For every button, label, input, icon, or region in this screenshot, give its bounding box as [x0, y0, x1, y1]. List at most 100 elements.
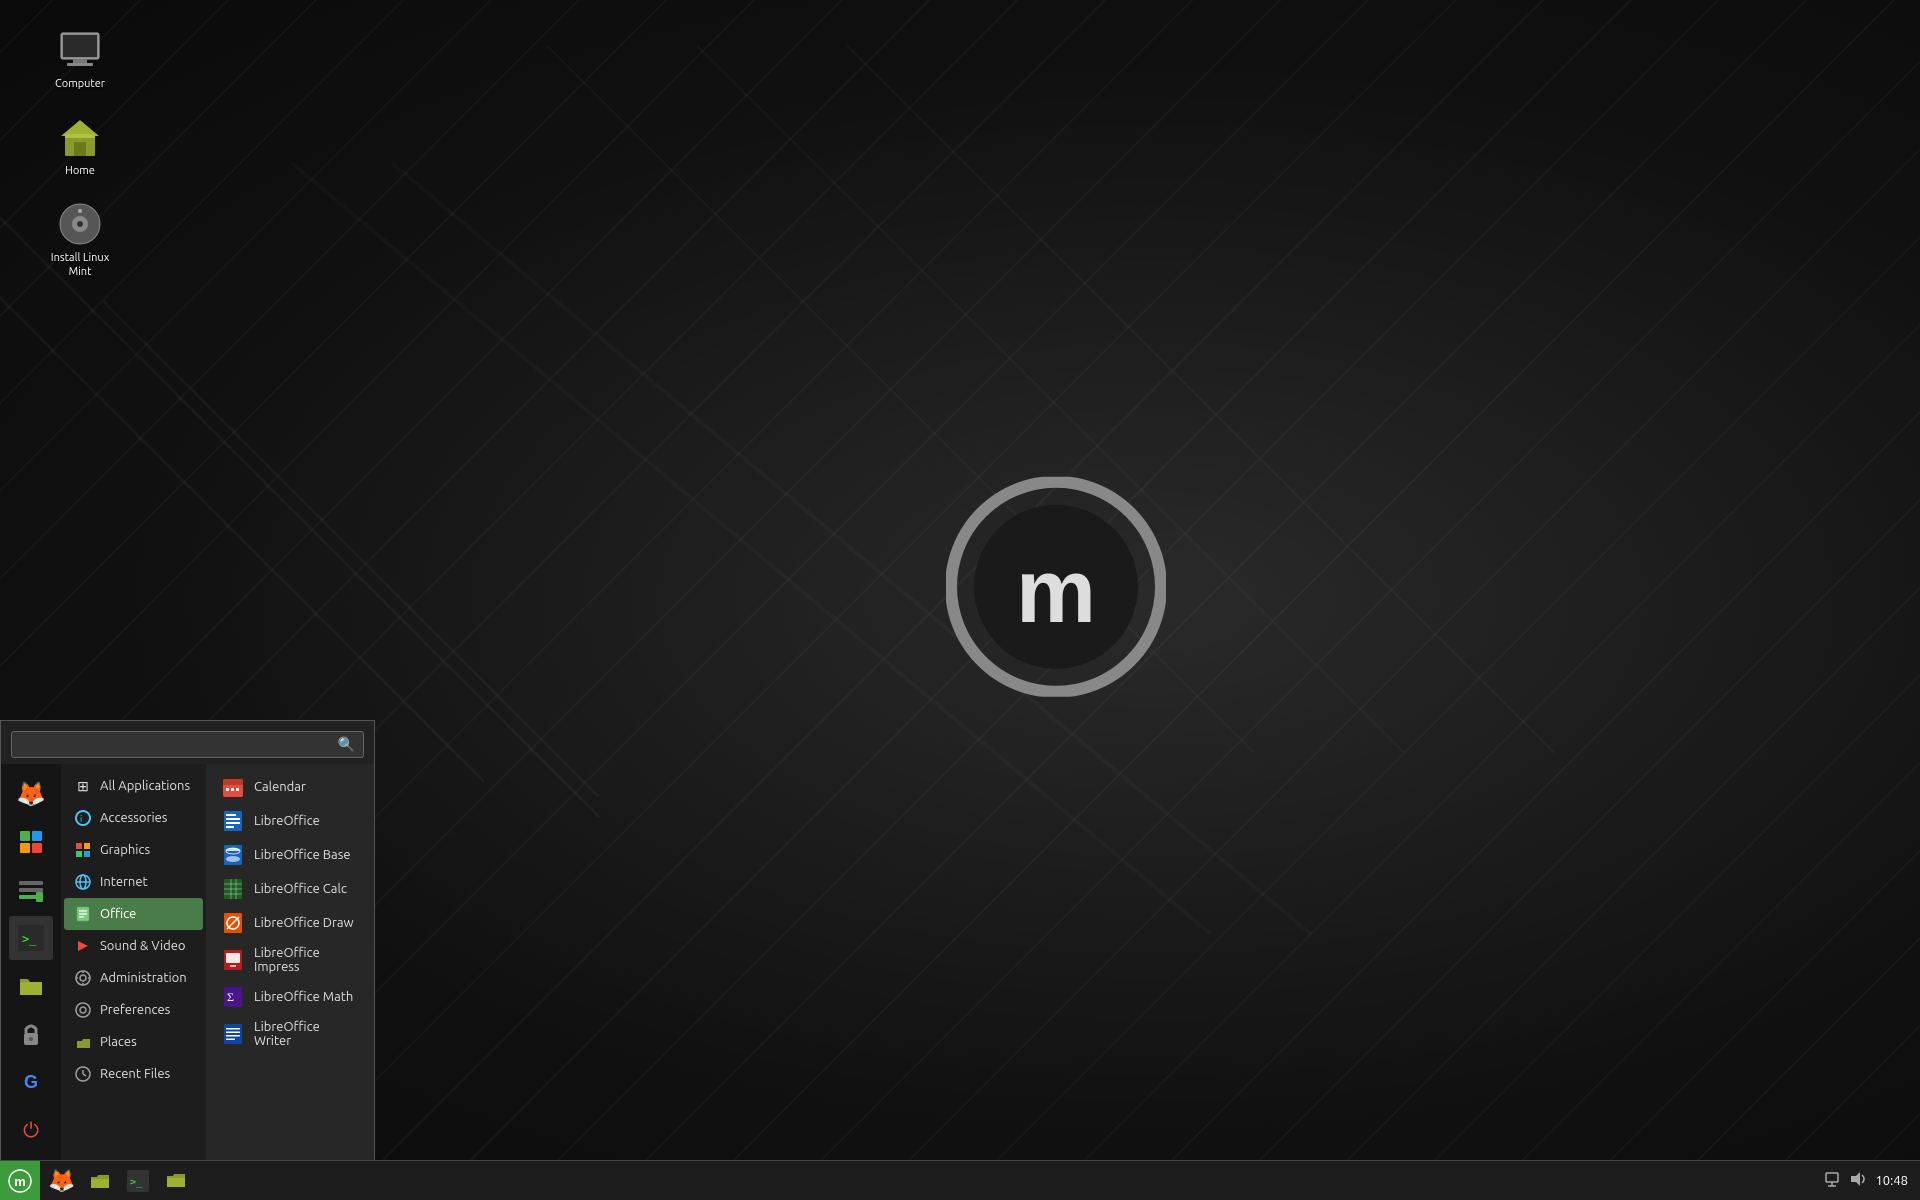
category-administration[interactable]: Administration: [64, 962, 203, 994]
sidebar-icon-manager[interactable]: [9, 868, 53, 912]
menu-body: 🦊: [1, 764, 374, 1160]
category-sound-video-icon: [74, 937, 92, 955]
sidebar-icon-lock[interactable]: [9, 1012, 53, 1056]
home-icon-label: Home: [65, 165, 95, 178]
app-libreoffice-base[interactable]: LibreOffice Base: [214, 838, 366, 872]
category-graphics-label: Graphics: [100, 843, 150, 857]
sidebar-icon-files[interactable]: [9, 964, 53, 1008]
category-office-label: Office: [100, 907, 136, 921]
tray-network-icon[interactable]: [1823, 1170, 1841, 1192]
svg-text:Σ: Σ: [227, 990, 234, 1004]
menu-apps: Calendar LibreOffice: [206, 764, 374, 1160]
category-recent[interactable]: Recent Files: [64, 1058, 203, 1090]
app-libreoffice-icon: [222, 810, 244, 832]
app-libreoffice-math-icon: Σ: [222, 986, 244, 1008]
app-libreoffice-writer-label: LibreOffice Writer: [254, 1020, 358, 1048]
category-internet-icon: [74, 873, 92, 891]
svg-text:m: m: [1016, 542, 1096, 642]
category-all[interactable]: ⊞ All Applications: [64, 770, 203, 802]
category-administration-label: Administration: [100, 971, 187, 985]
app-libreoffice-label: LibreOffice: [254, 814, 320, 828]
category-preferences[interactable]: Preferences: [64, 994, 203, 1026]
home-icon: [56, 113, 104, 161]
taskbar-clock: 10:48: [1875, 1174, 1908, 1188]
app-libreoffice-base-icon: [222, 844, 244, 866]
category-places-label: Places: [100, 1035, 137, 1049]
category-accessories-label: Accessories: [100, 811, 167, 825]
install-icon: [56, 200, 104, 248]
app-libreoffice-calc[interactable]: LibreOffice Calc: [214, 872, 366, 906]
category-graphics-icon: [74, 841, 92, 859]
category-places-icon: [74, 1033, 92, 1051]
search-bar: 🔍: [1, 721, 374, 764]
app-libreoffice-impress-icon: [222, 949, 244, 971]
desktop-icon-computer[interactable]: Computer: [40, 20, 120, 97]
search-input[interactable]: [20, 737, 338, 752]
search-wrapper[interactable]: 🔍: [11, 731, 364, 758]
taskbar-tray: 10:48: [1811, 1170, 1920, 1192]
category-office[interactable]: Office: [64, 898, 203, 930]
svg-text:>_: >_: [22, 932, 37, 946]
category-internet[interactable]: Internet: [64, 866, 203, 898]
desktop-icon-install[interactable]: Install Linux Mint: [40, 194, 120, 284]
category-internet-label: Internet: [100, 875, 148, 889]
category-office-icon: [74, 905, 92, 923]
category-accessories[interactable]: i Accessories: [64, 802, 203, 834]
desktop: m Computer: [0, 0, 1920, 1200]
app-libreoffice-draw-label: LibreOffice Draw: [254, 916, 354, 930]
install-icon-label: Install Linux Mint: [46, 252, 114, 278]
taskbar: m 🦊 >_: [0, 1160, 1920, 1200]
category-places[interactable]: Places: [64, 1026, 203, 1058]
taskbar-terminal[interactable]: >_: [120, 1163, 156, 1199]
search-icon[interactable]: 🔍: [338, 736, 355, 753]
category-all-icon: ⊞: [74, 777, 92, 795]
app-libreoffice-writer[interactable]: LibreOffice Writer: [214, 1014, 366, 1054]
app-libreoffice-math-label: LibreOffice Math: [254, 990, 353, 1004]
menu-categories: ⊞ All Applications i Accessories: [61, 764, 206, 1160]
start-menu: 🔍 🦊: [0, 720, 375, 1160]
sidebar-icon-terminal[interactable]: >_: [9, 916, 53, 960]
app-libreoffice-writer-icon: [222, 1023, 244, 1045]
computer-icon: [56, 26, 104, 74]
app-libreoffice-calc-label: LibreOffice Calc: [254, 882, 347, 896]
category-all-label: All Applications: [100, 779, 190, 793]
app-libreoffice-base-label: LibreOffice Base: [254, 848, 351, 862]
app-libreoffice-draw-icon: [222, 912, 244, 934]
taskbar-files[interactable]: [82, 1163, 118, 1199]
taskbar-firefox[interactable]: 🦊: [44, 1163, 80, 1199]
mint-start-icon: m: [8, 1169, 32, 1193]
category-preferences-label: Preferences: [100, 1003, 170, 1017]
taskbar-folder[interactable]: [158, 1163, 194, 1199]
app-calendar[interactable]: Calendar: [214, 770, 366, 804]
tray-sound-icon[interactable]: [1849, 1170, 1867, 1192]
svg-text:i: i: [80, 814, 82, 824]
taskbar-items: 🦊 >_: [40, 1163, 1811, 1199]
menu-sidebar: 🦊: [1, 764, 61, 1160]
app-calendar-icon: [222, 776, 244, 798]
desktop-icons-container: Computer Home: [40, 20, 120, 285]
category-sound-video[interactable]: Sound & Video: [64, 930, 203, 962]
app-libreoffice[interactable]: LibreOffice: [214, 804, 366, 838]
category-accessories-icon: i: [74, 809, 92, 827]
computer-icon-label: Computer: [55, 78, 105, 91]
category-preferences-icon: [74, 1001, 92, 1019]
app-libreoffice-impress[interactable]: LibreOffice Impress: [214, 940, 366, 980]
app-libreoffice-math[interactable]: Σ LibreOffice Math: [214, 980, 366, 1014]
desktop-icon-home[interactable]: Home: [40, 107, 120, 184]
sidebar-icon-google[interactable]: G: [9, 1060, 53, 1104]
app-libreoffice-impress-label: LibreOffice Impress: [254, 946, 358, 974]
sidebar-icon-power[interactable]: ⏻: [9, 1108, 53, 1152]
mint-logo: m: [946, 477, 1166, 701]
category-recent-icon: [74, 1065, 92, 1083]
category-sound-video-label: Sound & Video: [100, 939, 186, 953]
app-calendar-label: Calendar: [254, 780, 306, 794]
sidebar-icon-software[interactable]: [9, 820, 53, 864]
svg-text:>_: >_: [130, 1177, 143, 1188]
sidebar-icon-firefox[interactable]: 🦊: [9, 772, 53, 816]
svg-text:m: m: [14, 1174, 26, 1189]
app-libreoffice-draw[interactable]: LibreOffice Draw: [214, 906, 366, 940]
category-graphics[interactable]: Graphics: [64, 834, 203, 866]
category-recent-label: Recent Files: [100, 1067, 170, 1081]
taskbar-start-button[interactable]: m: [0, 1161, 40, 1200]
category-administration-icon: [74, 969, 92, 987]
